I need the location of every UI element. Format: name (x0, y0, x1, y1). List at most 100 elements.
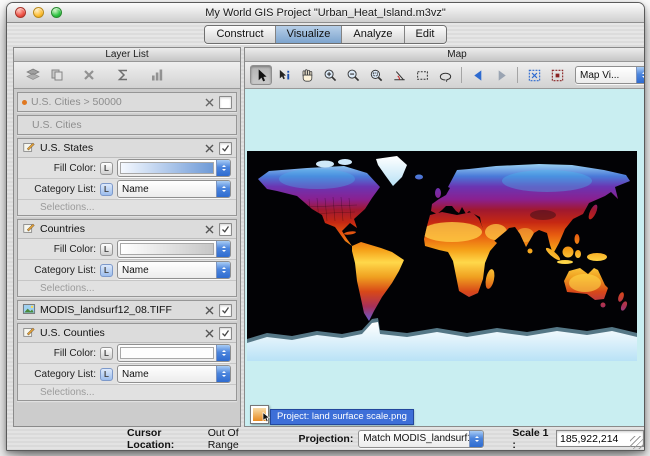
category-list-label: Category List: (26, 369, 96, 380)
legend-button[interactable]: L (100, 368, 113, 381)
visibility-checkbox[interactable] (219, 96, 232, 109)
dropdown-stepper-icon (469, 431, 483, 447)
polygon-edit-icon (22, 140, 36, 157)
selections-link[interactable]: Selections... (18, 200, 236, 215)
layer-us-counties[interactable]: U.S. Counties Fill Color: L Category Lis… (17, 323, 237, 401)
color-ramp-swatch (120, 347, 214, 359)
world-temperature-map[interactable] (247, 151, 637, 361)
map-panel: Map Map Vi... (244, 47, 645, 427)
map-toolbar: Map Vi... (245, 62, 645, 89)
fill-color-label: Fill Color: (26, 163, 96, 174)
toolbar-separator (517, 67, 518, 83)
visibility-checkbox[interactable] (219, 327, 232, 340)
drag-tooltip: Project: land surface scale.png (270, 409, 414, 425)
cursor-location-value: Out Of Range (208, 427, 267, 451)
map-viewport[interactable]: Project: land surface scale.png (245, 89, 645, 426)
layer-name: U.S. Cities (22, 119, 232, 131)
zoom-area-tool-icon[interactable] (365, 65, 387, 85)
selections-link[interactable]: Selections... (18, 385, 236, 400)
forward-button[interactable] (490, 65, 512, 85)
close-window-button[interactable] (15, 7, 26, 18)
close-layer-icon[interactable] (203, 96, 215, 108)
legend-button[interactable]: L (100, 243, 113, 256)
app-window: My World GIS Project "Urban_Heat_Island.… (6, 2, 645, 451)
dropdown-stepper-icon (216, 345, 230, 361)
layer-list-title: Layer List (14, 48, 240, 62)
fill-color-label: Fill Color: (26, 348, 96, 359)
fill-color-dropdown[interactable] (117, 159, 231, 177)
visibility-checkbox[interactable] (219, 223, 232, 236)
tab-visualize[interactable]: Visualize (276, 26, 343, 43)
lasso-tool-icon[interactable] (434, 65, 456, 85)
mode-tabs: Construct Visualize Analyze Edit (204, 25, 446, 44)
tab-edit[interactable]: Edit (405, 26, 446, 43)
close-layer-icon[interactable] (203, 327, 215, 339)
color-ramp-swatch (120, 162, 214, 174)
category-dropdown[interactable]: Name (117, 180, 231, 198)
close-layer-icon[interactable] (203, 142, 215, 154)
category-list-label: Category List: (26, 265, 96, 276)
point-layer-icon (22, 100, 27, 105)
layer-countries[interactable]: Countries Fill Color: L Category List: L… (17, 219, 237, 297)
histogram-icon[interactable] (145, 65, 169, 85)
visibility-checkbox[interactable] (219, 142, 232, 155)
map-view-dropdown[interactable]: Map Vi... (575, 66, 645, 84)
category-dropdown[interactable]: Name (117, 365, 231, 383)
dropdown-stepper-icon (216, 181, 230, 197)
layer-us-cities[interactable]: U.S. Cities (17, 115, 237, 135)
select-tool-icon[interactable] (250, 65, 272, 85)
dropdown-stepper-icon (216, 160, 230, 176)
zoom-window-button[interactable] (51, 7, 62, 18)
zoom-selection-button[interactable] (546, 65, 568, 85)
legend-button[interactable]: L (100, 162, 113, 175)
fill-color-dropdown[interactable] (117, 240, 231, 258)
map-panel-title: Map (245, 48, 645, 62)
minimize-window-button[interactable] (33, 7, 44, 18)
layer-name: Countries (40, 223, 199, 235)
mode-tab-bar: Construct Visualize Analyze Edit (7, 23, 644, 45)
scale-label: Scale 1 : (512, 427, 551, 451)
fill-color-label: Fill Color: (26, 244, 96, 255)
delete-layer-icon[interactable] (77, 65, 101, 85)
select-rectangle-tool-icon[interactable] (411, 65, 433, 85)
layer-us-cities-50000[interactable]: U.S. Cities > 50000 (17, 92, 237, 112)
back-button[interactable] (467, 65, 489, 85)
layers-icon[interactable] (21, 65, 45, 85)
statistics-sigma-icon[interactable] (111, 65, 135, 85)
legend-button[interactable]: L (100, 264, 113, 277)
cursor-location-label: Cursor Location: (127, 427, 204, 451)
dropdown-stepper-icon (216, 262, 230, 278)
category-list-label: Category List: (26, 184, 96, 195)
legend-button[interactable]: L (100, 347, 113, 360)
title-bar[interactable]: My World GIS Project "Urban_Heat_Island.… (7, 3, 644, 23)
layer-list-panel: Layer List U.S. Cities > 50000 (13, 47, 241, 427)
window-controls (15, 7, 62, 18)
zoom-in-tool-icon[interactable] (319, 65, 341, 85)
pan-hand-tool-icon[interactable] (296, 65, 318, 85)
toolbar-separator (461, 67, 462, 83)
layer-us-states[interactable]: U.S. States Fill Color: L Category List:… (17, 138, 237, 216)
dropdown-stepper-icon (216, 366, 230, 382)
layer-name: MODIS_landsurf12_08.TIFF (40, 304, 199, 316)
drag-thumbnail[interactable] (250, 405, 269, 424)
legend-button[interactable]: L (100, 183, 113, 196)
visibility-checkbox[interactable] (219, 304, 232, 317)
resize-grip-icon[interactable] (630, 436, 643, 449)
category-dropdown[interactable]: Name (117, 261, 231, 279)
tab-construct[interactable]: Construct (205, 26, 275, 43)
close-layer-icon[interactable] (203, 223, 215, 235)
zoom-extent-button[interactable] (523, 65, 545, 85)
tab-analyze[interactable]: Analyze (342, 26, 404, 43)
close-layer-icon[interactable] (203, 304, 215, 316)
polygon-edit-icon (22, 325, 36, 342)
info-tool-icon[interactable] (273, 65, 295, 85)
projection-dropdown[interactable]: Match MODIS_landsurf12_08.T... (358, 430, 484, 448)
layer-modis-tiff[interactable]: MODIS_landsurf12_08.TIFF (17, 300, 237, 320)
duplicate-layer-icon[interactable] (45, 65, 69, 85)
dropdown-stepper-icon (636, 67, 645, 83)
selections-link[interactable]: Selections... (18, 281, 236, 296)
measure-tool-icon[interactable] (388, 65, 410, 85)
polygon-edit-icon (22, 221, 36, 238)
fill-color-dropdown[interactable] (117, 344, 231, 362)
zoom-out-tool-icon[interactable] (342, 65, 364, 85)
